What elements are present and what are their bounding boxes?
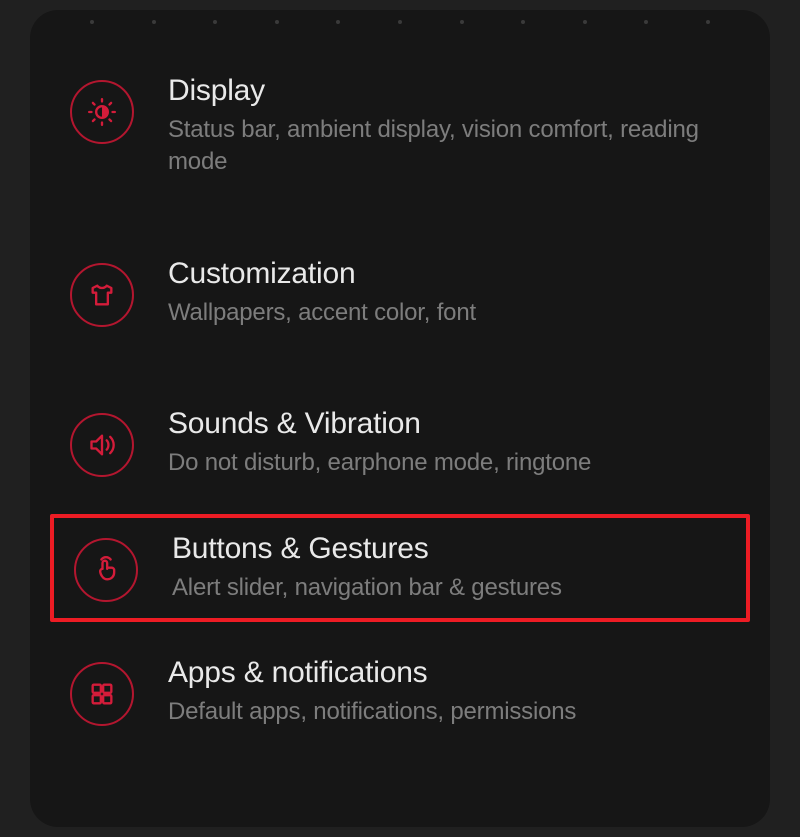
settings-item-sounds[interactable]: Sounds & Vibration Do not disturb, earph… <box>30 383 770 503</box>
settings-item-text: Apps & notifications Default apps, notif… <box>168 656 730 728</box>
settings-item-text: Sounds & Vibration Do not disturb, earph… <box>168 407 730 479</box>
settings-item-title: Display <box>168 74 730 108</box>
settings-item-subtitle: Alert slider, navigation bar & gestures <box>172 572 726 604</box>
settings-item-title: Buttons & Gestures <box>172 532 726 566</box>
settings-item-title: Sounds & Vibration <box>168 407 730 441</box>
settings-item-text: Customization Wallpapers, accent color, … <box>168 257 730 329</box>
settings-item-title: Customization <box>168 257 730 291</box>
settings-item-customization[interactable]: Customization Wallpapers, accent color, … <box>30 233 770 353</box>
settings-item-title: Apps & notifications <box>168 656 730 690</box>
brightness-icon <box>70 80 134 144</box>
tshirt-icon <box>70 263 134 327</box>
settings-screen: Display Status bar, ambient display, vis… <box>30 10 770 827</box>
settings-item-text: Display Status bar, ambient display, vis… <box>168 74 730 179</box>
settings-item-subtitle: Default apps, notifications, permissions <box>168 696 730 728</box>
settings-item-subtitle: Wallpapers, accent color, font <box>168 297 730 329</box>
apps-icon <box>70 662 134 726</box>
settings-item-display[interactable]: Display Status bar, ambient display, vis… <box>30 50 770 203</box>
settings-item-buttons-gestures[interactable]: Buttons & Gestures Alert slider, navigat… <box>74 532 726 604</box>
highlight-box: Buttons & Gestures Alert slider, navigat… <box>50 514 750 622</box>
touch-icon <box>74 538 138 602</box>
sound-icon <box>70 413 134 477</box>
settings-item-subtitle: Status bar, ambient display, vision comf… <box>168 114 730 179</box>
settings-item-subtitle: Do not disturb, earphone mode, ringtone <box>168 447 730 479</box>
settings-item-apps[interactable]: Apps & notifications Default apps, notif… <box>30 632 770 752</box>
settings-item-text: Buttons & Gestures Alert slider, navigat… <box>172 532 726 604</box>
decorative-dots <box>90 20 710 24</box>
